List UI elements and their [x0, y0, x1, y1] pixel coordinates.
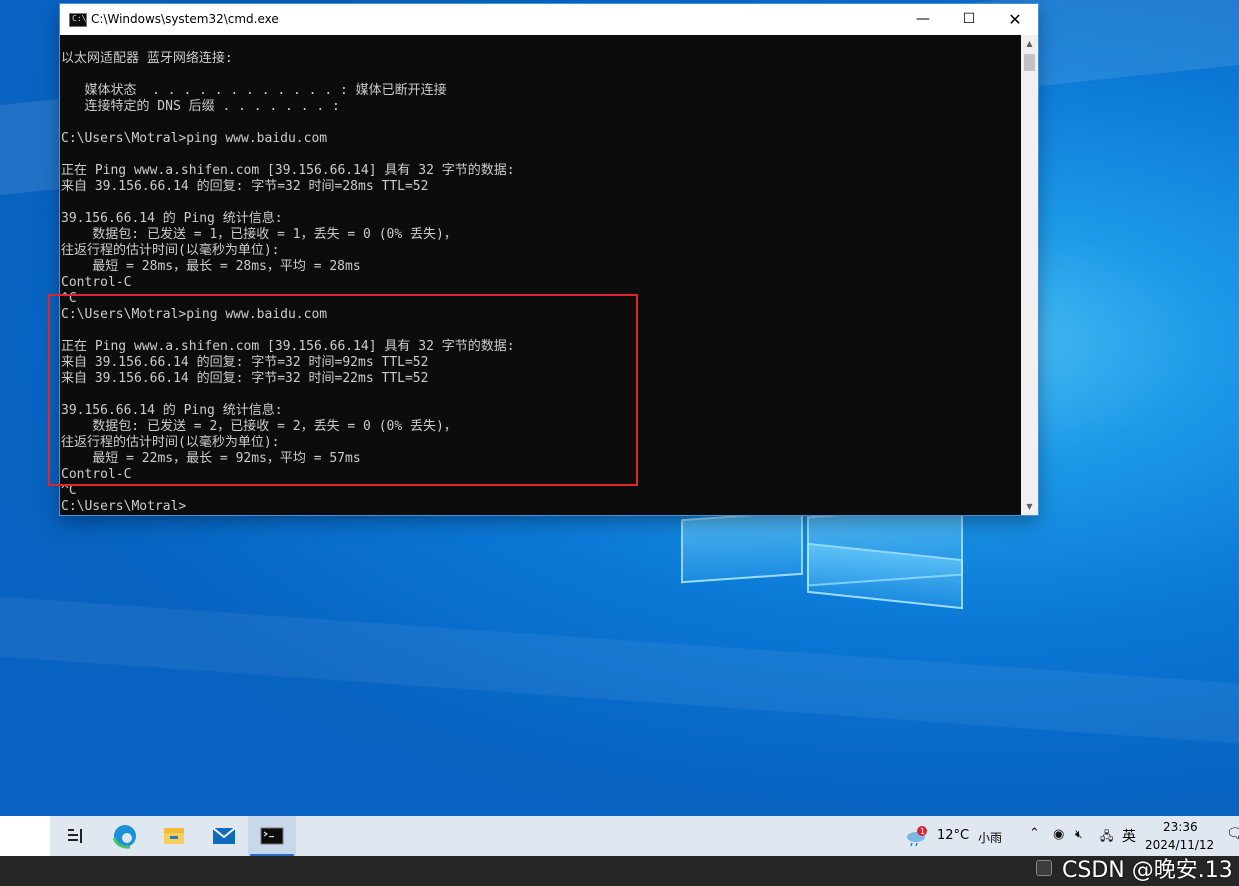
console-line: 来自 39.156.66.14 的回复: 字节=32 时间=28ms TTL=5…: [61, 179, 429, 194]
highlight-annotation-box: [48, 294, 638, 486]
console-line: 最短 = 28ms，最长 = 28ms，平均 = 28ms: [61, 259, 361, 274]
console-line: 数据包: 已发送 = 1，已接收 = 1，丢失 = 0 (0% 丢失)，: [61, 227, 457, 242]
console-line: 正在 Ping www.a.shifen.com [39.156.66.14] …: [61, 163, 515, 178]
console-line: 往返行程的估计时间(以毫秒为单位):: [61, 243, 280, 258]
edge-icon: [112, 825, 136, 849]
vertical-scrollbar[interactable]: ▲ ▼: [1021, 35, 1038, 515]
terminal-icon: [260, 827, 284, 845]
record-icon[interactable]: ◉: [1053, 827, 1064, 842]
scroll-down-arrow-icon[interactable]: ▼: [1021, 498, 1038, 515]
cmd-taskbar-button[interactable]: [248, 816, 296, 856]
watermark-text: CSDN @晚安.13: [1062, 858, 1233, 883]
mail-icon: [212, 827, 236, 844]
weather-rain-icon[interactable]: 1: [905, 825, 929, 847]
console-line: 连接特定的 DNS 后缀 . . . . . . . :: [61, 99, 340, 114]
watermark-icon: [1036, 860, 1052, 876]
console-line: 以太网适配器 蓝牙网络连接:: [61, 51, 233, 66]
taskbar-search-area[interactable]: [0, 816, 50, 856]
console-line: 媒体状态 . . . . . . . . . . . . : 媒体已断开连接: [61, 83, 447, 98]
light-beam: [0, 596, 1239, 744]
network-icon[interactable]: 🖧: [1100, 827, 1113, 848]
minimize-button[interactable]: —: [900, 4, 946, 35]
file-explorer-button[interactable]: [150, 816, 198, 856]
window-title: C:\Windows\system32\cmd.exe: [91, 12, 279, 26]
clock-date[interactable]: 2024/11/12: [1145, 838, 1214, 852]
folder-icon: [164, 828, 184, 844]
cmd-app-icon: C:\_: [69, 13, 91, 27]
weather-temperature[interactable]: 12°C: [937, 828, 969, 843]
close-button[interactable]: ✕: [992, 4, 1038, 35]
bottom-strip: [0, 856, 1239, 886]
console-line: C:\Users\Motral>ping www.baidu.com: [61, 131, 328, 146]
scroll-thumb[interactable]: [1024, 54, 1035, 71]
weather-badge: 1: [920, 827, 925, 836]
maximize-button[interactable]: ☐: [946, 4, 992, 35]
task-view-icon: [68, 829, 82, 843]
console-line: 39.156.66.14 的 Ping 统计信息:: [61, 211, 283, 226]
chevron-up-icon[interactable]: ⌃: [1029, 826, 1040, 841]
edge-browser-button[interactable]: [100, 816, 148, 856]
windows-logo-graphic: [675, 505, 965, 615]
clock-time[interactable]: 23:36: [1163, 820, 1198, 834]
notification-icon[interactable]: 🗨: [1226, 826, 1239, 842]
logo-pane: [681, 510, 803, 584]
scroll-up-arrow-icon[interactable]: ▲: [1021, 35, 1038, 52]
console-prompt: C:\Users\Motral>: [61, 499, 187, 514]
ime-indicator[interactable]: 英: [1122, 826, 1136, 846]
console-line: Control-C: [61, 275, 132, 290]
title-bar[interactable]: C:\_ C:\Windows\system32\cmd.exe — ☐ ✕: [60, 4, 1038, 35]
mail-button[interactable]: [200, 816, 248, 856]
weather-condition[interactable]: 小雨: [978, 829, 1002, 846]
task-view-button[interactable]: [50, 816, 98, 856]
volume-muted-icon[interactable]: 🔇︎: [1075, 827, 1083, 842]
